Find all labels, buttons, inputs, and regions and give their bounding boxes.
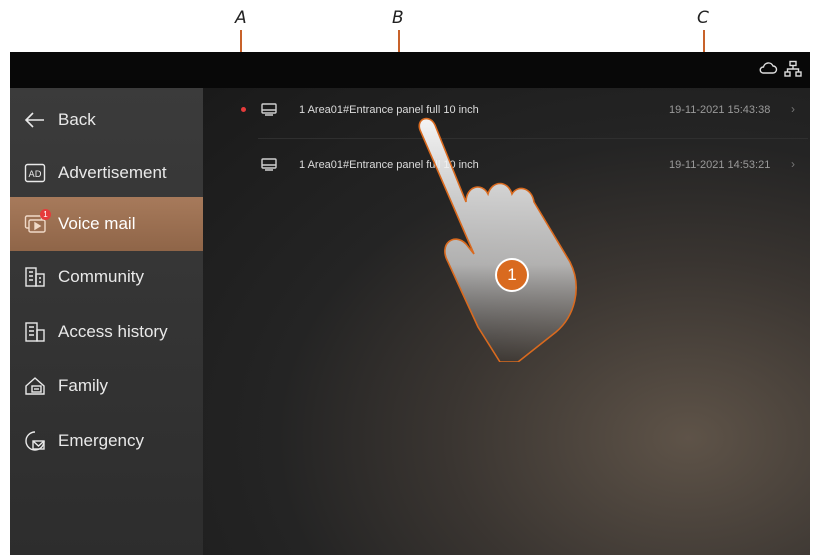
sidebar-item-label: Community	[58, 267, 144, 286]
community-icon	[24, 266, 46, 288]
annotation-a: A	[235, 8, 247, 28]
sidebar-item-label: Back	[58, 110, 96, 129]
sidebar-item-label: Access history	[58, 322, 168, 341]
entrance-panel-icon	[261, 158, 277, 175]
family-icon	[24, 375, 46, 397]
chevron-right-icon: ›	[791, 102, 795, 116]
notification-badge: 1	[40, 209, 51, 220]
entrance-panel-icon	[261, 103, 277, 120]
emergency-icon	[24, 430, 46, 452]
network-icon	[784, 60, 802, 83]
sidebar-item-label: Advertisement	[58, 163, 167, 182]
sidebar-item-emergency[interactable]: Emergency	[10, 414, 203, 468]
sidebar-item-access-history[interactable]: Access history	[10, 305, 203, 359]
arrow-left-icon	[24, 109, 46, 131]
sidebar-item-label: Voice mail	[58, 214, 136, 233]
voicemail-icon: 1	[24, 209, 51, 235]
annotation-c: C	[697, 8, 709, 28]
message-date: 19-11-2021 15:43:38	[669, 104, 771, 116]
tapping-hand-icon	[418, 117, 577, 362]
message-date: 19-11-2021 14:53:21	[669, 159, 771, 171]
chevron-right-icon: ›	[791, 157, 795, 171]
cloud-icon	[758, 60, 778, 83]
svg-text:AD: AD	[28, 170, 41, 180]
unread-dot	[241, 107, 246, 112]
step-callout-badge: 1	[495, 258, 529, 292]
access-history-icon	[24, 321, 46, 343]
sidebar-item-label: Emergency	[58, 431, 144, 450]
sidebar-item-family[interactable]: Family	[10, 359, 203, 413]
sidebar-item-label: Family	[58, 376, 109, 395]
sidebar-item-community[interactable]: Community	[10, 250, 203, 304]
annotation-b: B	[392, 8, 404, 28]
ad-icon: AD	[24, 162, 46, 184]
sidebar-item-advertisement[interactable]: AD Advertisement	[10, 146, 203, 200]
sidebar-item-voice-mail[interactable]: 1 Voice mail	[10, 197, 203, 251]
status-bar	[10, 52, 810, 88]
sidebar: Back AD Advertisement 1 Voice mail Commu…	[10, 88, 203, 555]
sidebar-item-back[interactable]: Back	[10, 93, 203, 147]
